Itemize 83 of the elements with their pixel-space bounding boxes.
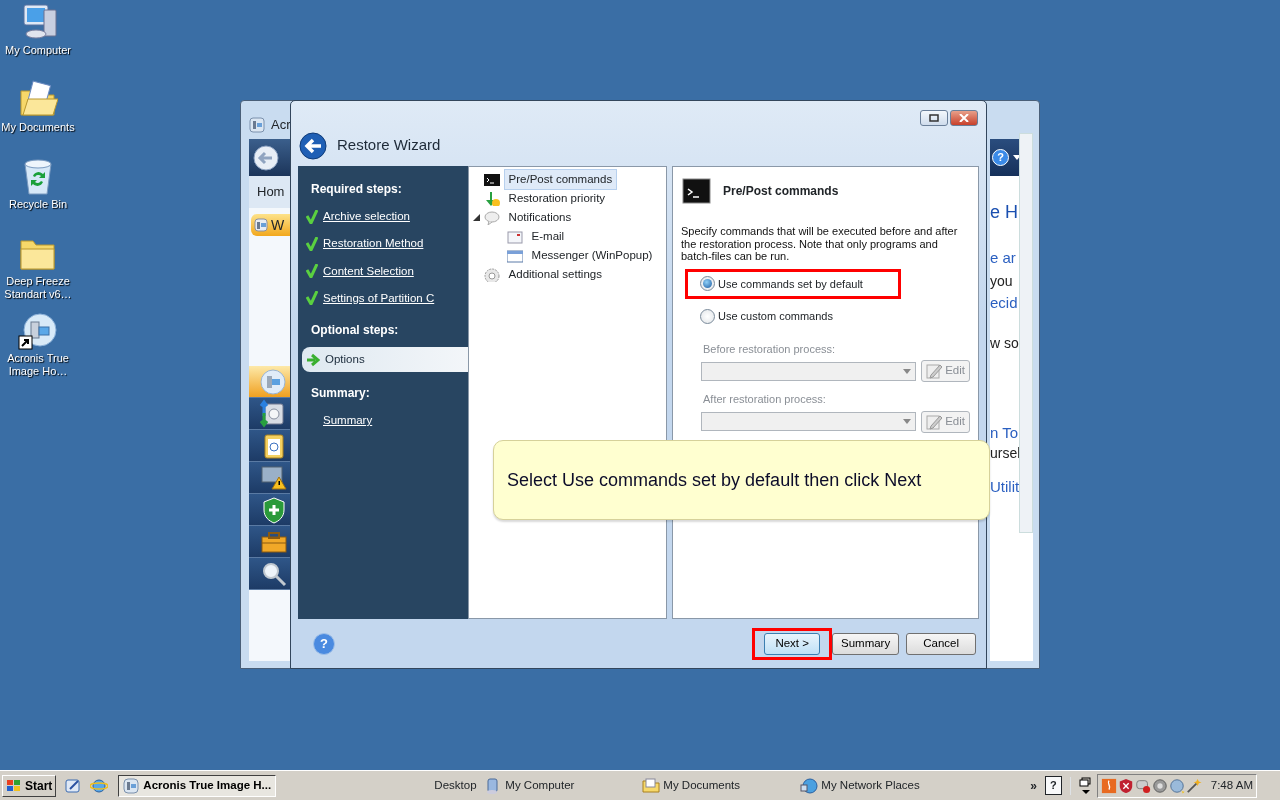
dropdown-arrow-icon bbox=[903, 368, 912, 374]
step-link[interactable]: Restoration Method bbox=[323, 235, 424, 253]
link-fragment: e ar bbox=[990, 248, 1017, 267]
maximize-icon bbox=[929, 114, 939, 122]
window-switch-icon[interactable] bbox=[1078, 776, 1093, 795]
wizard-button[interactable]: Cancel bbox=[906, 633, 976, 655]
flame-icon[interactable] bbox=[1100, 777, 1117, 794]
speech-bubble-icon bbox=[483, 210, 500, 225]
radio-option[interactable]: Use commands set by default bbox=[700, 275, 886, 292]
wizard-button[interactable]: W bbox=[251, 214, 291, 236]
description-text: Specify commands that will be executed before and after the restoration process. Note that only programs and batch-files can be run. bbox=[681, 225, 959, 263]
help-button[interactable]: ? bbox=[313, 633, 335, 655]
help-button[interactable]: ? bbox=[992, 149, 1009, 166]
speaker-icon[interactable] bbox=[1151, 777, 1168, 794]
panel-title: Pre/Post commands bbox=[723, 183, 839, 200]
folder-icon bbox=[642, 776, 661, 795]
current-step[interactable]: Options bbox=[302, 347, 468, 373]
radio-option[interactable]: Use custom commands bbox=[700, 308, 886, 325]
pencil-note-icon bbox=[926, 413, 943, 430]
help-button[interactable]: ? bbox=[1045, 776, 1062, 795]
icon-label[interactable]: My Documents bbox=[1, 121, 75, 134]
tree-item[interactable]: Pre/Post commands bbox=[503, 168, 618, 191]
wizard-button[interactable]: Next > bbox=[764, 633, 820, 655]
magic-wand-icon[interactable] bbox=[1185, 777, 1202, 794]
toolbar-link[interactable]: My Network Places bbox=[800, 776, 1027, 795]
step-link[interactable]: Content Selection bbox=[323, 262, 414, 280]
section-heading: Summary: bbox=[310, 385, 371, 403]
icon-label[interactable]: Deep Freeze Standart v6… bbox=[0, 275, 76, 301]
close-icon bbox=[959, 114, 969, 122]
desktop-pen-icon[interactable] bbox=[64, 776, 83, 795]
link-fragment: ecid bbox=[990, 293, 1019, 312]
text-fragment: w so bbox=[990, 334, 1020, 353]
terminal-icon bbox=[681, 177, 711, 205]
icon-label[interactable]: Acronis True Image Ho… bbox=[0, 352, 76, 378]
window-title: Restore Wizard bbox=[337, 134, 441, 155]
terminal-icon bbox=[483, 172, 500, 187]
toolbar-link[interactable]: My Computer bbox=[484, 776, 643, 795]
network-globe-icon bbox=[800, 776, 819, 795]
callout-text: Select Use commands set by default then click Next bbox=[507, 468, 922, 492]
documents-folder-icon[interactable] bbox=[18, 79, 58, 119]
window-icon bbox=[506, 248, 523, 263]
field-label: After restoration process: bbox=[703, 392, 827, 407]
icon-label[interactable]: My Computer bbox=[5, 44, 71, 57]
back-icon[interactable] bbox=[253, 144, 279, 171]
application-shortcut-icon[interactable] bbox=[18, 310, 58, 350]
taskbar-task[interactable]: Acronis True Image H... bbox=[118, 774, 277, 797]
wizard-button[interactable]: Summary bbox=[832, 633, 900, 655]
window-title: Acr bbox=[271, 116, 291, 134]
field-label: Before restoration process: bbox=[703, 341, 837, 357]
app-icon bbox=[249, 116, 265, 133]
globe-icon[interactable] bbox=[90, 776, 109, 795]
network-error-icon[interactable] bbox=[1134, 777, 1151, 794]
app-icon bbox=[123, 777, 140, 794]
app-icon bbox=[254, 218, 268, 232]
toolbar-link[interactable]: Desktop bbox=[434, 776, 485, 795]
heading-fragment: e H bbox=[990, 201, 1019, 224]
close-button[interactable] bbox=[950, 110, 978, 126]
home-tab[interactable]: Hom bbox=[249, 176, 291, 208]
arrow-icon bbox=[306, 352, 320, 367]
start-button[interactable]: Start bbox=[2, 774, 57, 797]
chevron-button[interactable]: » bbox=[1030, 776, 1038, 795]
maximize-button[interactable] bbox=[920, 110, 948, 126]
expanded-triangle-icon[interactable] bbox=[472, 214, 480, 221]
clock: 7:48 AM bbox=[1210, 777, 1253, 793]
link-fragment: n To bbox=[990, 423, 1020, 442]
envelope-icon bbox=[506, 229, 523, 244]
link-fragment: Utilit bbox=[990, 477, 1021, 496]
application-icon bbox=[259, 367, 287, 396]
text-fragment: you bbox=[990, 272, 1014, 291]
dropdown-arrow-icon bbox=[903, 419, 912, 424]
section-heading: Required steps: bbox=[310, 181, 403, 198]
step-link[interactable]: Archive selection bbox=[323, 208, 410, 226]
gear-icon bbox=[483, 267, 500, 282]
step-link[interactable]: Summary bbox=[323, 412, 373, 430]
windows-flag-icon bbox=[6, 778, 22, 793]
section-heading: Optional steps: bbox=[310, 322, 400, 339]
toolbar-link[interactable]: My Documents bbox=[642, 776, 801, 795]
icon-label[interactable]: Recycle Bin bbox=[8, 198, 68, 211]
step-link[interactable]: Settings of Partition C bbox=[323, 289, 435, 307]
text-fragment: ursel bbox=[990, 444, 1022, 463]
pencil-note-icon bbox=[926, 363, 943, 379]
shield-icon[interactable] bbox=[1117, 777, 1134, 794]
priority-arrow-icon bbox=[483, 191, 500, 206]
